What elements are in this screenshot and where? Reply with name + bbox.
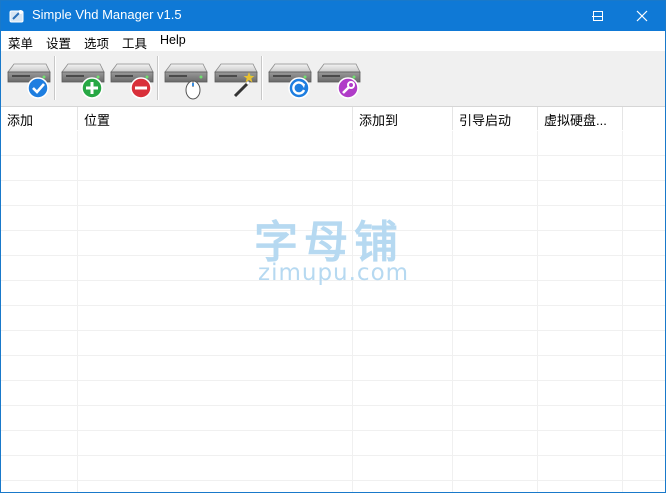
drive-minus-icon [107,54,155,99]
column-label: 添加到 [359,113,399,128]
create-vhd-button[interactable] [211,54,259,102]
mount-vhd-button[interactable] [161,54,209,102]
grid-line [1,155,665,156]
toolbar-separator [54,56,56,100]
grid-line [1,305,665,306]
title-bar[interactable]: Simple Vhd Manager v1.5 [1,1,665,31]
vhd-list[interactable]: 添加 位置 添加到 引导启动 虚拟硬盘... [1,107,665,492]
toolbar-separator [261,56,263,100]
grid-line [1,405,665,406]
drive-wrench-icon [314,54,362,99]
drive-plus-icon [58,54,106,99]
grid-line [1,430,665,431]
remove-vhd-button[interactable] [107,54,155,102]
tools-button[interactable] [314,54,362,102]
toolbar-separator [157,56,159,100]
drive-wand-icon [211,54,259,98]
add-vhd-button[interactable] [58,54,106,102]
grid-line [77,131,78,492]
column-header-boot[interactable]: 引导启动 [453,107,538,130]
drive-refresh-icon [265,54,313,99]
drive-checkmark-icon [4,54,52,99]
column-header-add[interactable]: 添加 [1,107,78,130]
maximize-icon [593,11,603,21]
grid-line [1,180,665,181]
column-label: 添加 [7,113,34,128]
grid-line [1,380,665,381]
grid-line [352,131,353,492]
grid-line [1,330,665,331]
menu-options[interactable]: 选项 [84,33,109,51]
grid-line [1,455,665,456]
grid-line [1,355,665,356]
menu-tools[interactable]: 工具 [122,33,147,51]
grid-line [622,131,623,492]
grid-line [537,131,538,492]
grid-line [1,480,665,481]
column-label: 位置 [84,113,111,128]
toolbar [1,51,665,107]
app-window: Simple Vhd Manager v1.5 菜单 设置 选项 工具 Help [0,0,666,493]
menu-help[interactable]: Help [160,33,186,49]
app-icon [9,8,25,24]
menu-settings[interactable]: 设置 [46,33,71,51]
column-header-added-to[interactable]: 添加到 [353,107,453,130]
close-button[interactable] [619,1,665,31]
column-label: 虚拟硬盘... [544,113,607,128]
maximize-button[interactable] [575,1,621,31]
window-title: Simple Vhd Manager v1.5 [32,7,182,22]
apply-vhd-button[interactable] [4,54,52,102]
menu-caidan[interactable]: 菜单 [8,33,33,51]
watermark-text-en: zimupu.com [258,260,410,286]
menu-bar: 菜单 设置 选项 工具 Help [1,31,665,51]
grid-line [452,131,453,492]
drive-mouse-icon [161,54,209,100]
close-icon [636,10,648,22]
refresh-button[interactable] [265,54,313,102]
column-header-location[interactable]: 位置 [78,107,353,130]
column-header-vhd[interactable]: 虚拟硬盘... [538,107,623,130]
column-label: 引导启动 [459,113,512,128]
